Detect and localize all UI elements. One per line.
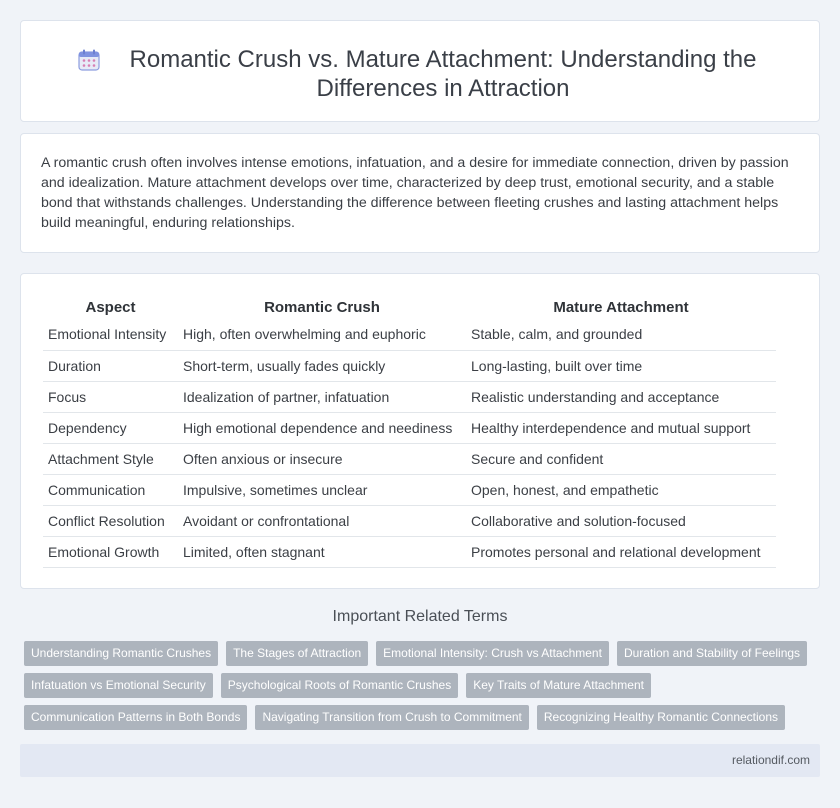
header-romantic-crush: Romantic Crush (264, 298, 380, 316)
related-term-tag[interactable]: Duration and Stability of Feelings (616, 641, 808, 666)
related-term-tag[interactable]: Understanding Romantic Crushes (24, 641, 219, 666)
table-row: Conflict Resolution Avoidant or confront… (43, 505, 776, 537)
title-card: Romantic Crush vs. Mature Attachment: Un… (20, 20, 820, 122)
table-cell: Duration (43, 350, 178, 382)
table-row: Focus Idealization of partner, infatuati… (43, 381, 776, 413)
table-row: Duration Short-term, usually fades quick… (43, 350, 776, 382)
table-row: Emotional Growth Limited, often stagnant… (43, 536, 776, 568)
table-row: Communication Impulsive, sometimes uncle… (43, 474, 776, 506)
table-cell: Secure and confident (466, 443, 776, 475)
table-cell: Dependency (43, 412, 178, 444)
intro-text: A romantic crush often involves intense … (41, 155, 789, 231)
calendar-icon (78, 49, 100, 71)
table-cell: Emotional Growth (43, 536, 178, 568)
table-cell: Collaborative and solution-focused (466, 505, 776, 537)
table-row: Attachment Style Often anxious or insecu… (43, 443, 776, 475)
table-cell: Communication (43, 474, 178, 506)
table-cell: Often anxious or insecure (178, 443, 466, 475)
table-cell: Open, honest, and empathetic (466, 474, 776, 506)
table-cell: Realistic understanding and acceptance (466, 381, 776, 413)
table-cell: Impulsive, sometimes unclear (178, 474, 466, 506)
table-cell: Limited, often stagnant (178, 536, 466, 568)
footer: relationdif.com (20, 744, 820, 777)
table-cell: High emotional dependence and neediness (178, 412, 466, 444)
related-term-tag[interactable]: Key Traits of Mature Attachment (466, 673, 651, 698)
related-term-tag[interactable]: Emotional Intensity: Crush vs Attachment (376, 641, 609, 666)
table-cell: Idealization of partner, infatuation (178, 381, 466, 413)
intro-card: A romantic crush often involves intense … (20, 133, 820, 253)
table-cell: Focus (43, 381, 178, 413)
comparison-table: Aspect Romantic Crush Mature Attachment … (43, 295, 776, 568)
table-cell: Healthy interdependence and mutual suppo… (466, 412, 776, 444)
table-cell: Avoidant or confrontational (178, 505, 466, 537)
table-row: Dependency High emotional dependence and… (43, 412, 776, 444)
header-mature-attachment: Mature Attachment (553, 298, 689, 316)
table-cell: Emotional Intensity (43, 319, 178, 351)
footer-site-link[interactable]: relationdif.com (732, 753, 810, 767)
table-cell: Long-lasting, built over time (466, 350, 776, 382)
table-cell: Short-term, usually fades quickly (178, 350, 466, 382)
related-term-tag[interactable]: Psychological Roots of Romantic Crushes (220, 673, 459, 698)
related-term-tag[interactable]: Navigating Transition from Crush to Comm… (255, 705, 529, 730)
related-term-tag[interactable]: Communication Patterns in Both Bonds (24, 705, 248, 730)
page-title: Romantic Crush vs. Mature Attachment: Un… (129, 46, 757, 102)
table-cell: Stable, calm, and grounded (466, 319, 776, 351)
related-term-tag[interactable]: Recognizing Healthy Romantic Connections (536, 705, 786, 730)
header-aspect: Aspect (85, 298, 136, 316)
table-cell: High, often overwhelming and euphoric (178, 319, 466, 351)
table-cell: Attachment Style (43, 443, 178, 475)
related-term-tag[interactable]: The Stages of Attraction (226, 641, 369, 666)
comparison-card: Aspect Romantic Crush Mature Attachment … (20, 273, 820, 589)
table-header-row: Aspect Romantic Crush Mature Attachment (43, 295, 776, 319)
table-cell: Conflict Resolution (43, 505, 178, 537)
related-term-tag[interactable]: Infatuation vs Emotional Security (24, 673, 213, 698)
table-row: Emotional Intensity High, often overwhel… (43, 319, 776, 351)
related-terms-heading: Important Related Terms (332, 608, 508, 625)
related-terms-list: Understanding Romantic Crushes The Stage… (24, 641, 824, 737)
table-cell: Promotes personal and relational develop… (466, 536, 776, 568)
